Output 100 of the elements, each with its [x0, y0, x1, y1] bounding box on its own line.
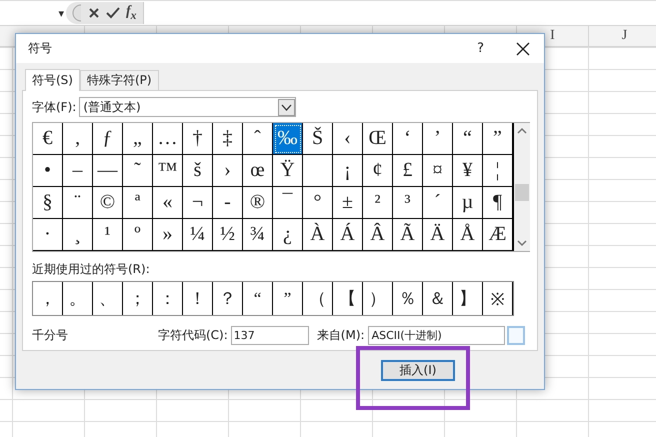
recent-symbol-cell[interactable]: ） [363, 282, 393, 315]
symbol-cell[interactable]: ¤ [423, 155, 453, 187]
help-button[interactable]: ? [477, 41, 484, 56]
symbol-cell[interactable]: ¿ [273, 219, 303, 251]
recent-symbol-cell[interactable]: ！ [183, 282, 213, 315]
checkmark-icon[interactable] [106, 7, 120, 19]
tab[interactable]: 符号(S) [25, 69, 80, 91]
recent-symbol-cell[interactable]: ※ [483, 282, 513, 315]
symbol-cell[interactable]: Á [333, 219, 363, 251]
symbol-cell[interactable]: ° [303, 187, 333, 219]
close-icon[interactable] [516, 42, 530, 56]
symbol-cell[interactable] [303, 155, 333, 187]
scroll-down-icon[interactable] [517, 239, 527, 247]
symbol-cell[interactable]: ½ [213, 219, 243, 251]
symbol-cell[interactable]: – [63, 155, 93, 187]
recent-symbol-cell[interactable]: ： [153, 282, 183, 315]
symbol-cell[interactable]: — [93, 155, 123, 187]
symbol-cell[interactable]: ’ [423, 123, 453, 155]
symbol-cell[interactable]: ‚ [63, 123, 93, 155]
recent-symbol-cell[interactable]: 】 [453, 282, 483, 315]
symbol-cell[interactable]: º [123, 219, 153, 251]
recent-symbols-label: 近期使用过的符号(R): [32, 261, 151, 278]
recent-symbol-cell[interactable]: 。 [63, 282, 93, 315]
recent-symbol-cell[interactable]: ” [273, 282, 303, 315]
scrollbar[interactable] [514, 123, 530, 251]
column-header[interactable]: J [589, 26, 656, 46]
recent-symbol-cell[interactable]: ， [33, 282, 63, 315]
symbol-cell[interactable]: ¯ [273, 187, 303, 219]
symbol-cell[interactable]: Ä [423, 219, 453, 251]
symbol-cell[interactable]: Ÿ [273, 155, 303, 187]
recent-symbol-cell[interactable]: 【 [333, 282, 363, 315]
symbol-cell[interactable]: Ã [393, 219, 423, 251]
dropdown-caret-icon[interactable]: ▾ [58, 8, 64, 18]
symbol-cell[interactable]: ¡ [333, 155, 363, 187]
symbol-cell[interactable]: ® [243, 187, 273, 219]
symbol-cell[interactable]: ¢ [363, 155, 393, 187]
symbol-cell[interactable]: À [303, 219, 333, 251]
symbol-cell[interactable]: ‰ [273, 123, 303, 155]
symbol-cell[interactable]: ‡ [213, 123, 243, 155]
symbol-cell[interactable]: … [153, 123, 183, 155]
insert-button[interactable]: 插入(I) [381, 360, 455, 380]
recent-symbol-cell[interactable]: ％ [393, 282, 423, 315]
symbol-cell[interactable]: ¬ [183, 187, 213, 219]
symbol-cell[interactable]: Â [363, 219, 393, 251]
symbol-cell[interactable]: ‘ [393, 123, 423, 155]
from-label: 来自(M): [316, 326, 365, 344]
symbol-cell[interactable]: Å [453, 219, 483, 251]
symbol-cell[interactable]: © [93, 187, 123, 219]
symbol-cell[interactable]: § [33, 187, 63, 219]
symbol-cell[interactable]: š [183, 155, 213, 187]
symbol-cell[interactable]: ¥ [453, 155, 483, 187]
symbol-cell[interactable]: ™ [153, 155, 183, 187]
recent-symbol-cell[interactable]: ； [123, 282, 153, 315]
symbol-cell[interactable]: Æ [483, 219, 513, 251]
dialog-title: 符号 [28, 40, 53, 57]
symbol-cell[interactable]: - [213, 187, 243, 219]
symbol-cell[interactable]: ¸ [63, 219, 93, 251]
symbol-cell[interactable]: ² [363, 187, 393, 219]
symbol-cell[interactable]: « [153, 187, 183, 219]
symbol-cell[interactable]: › [213, 155, 243, 187]
recent-symbol-cell[interactable]: 、 [93, 282, 123, 315]
font-label: 字体(F): [32, 98, 76, 116]
symbol-cell[interactable]: µ [453, 187, 483, 219]
symbol-cell[interactable]: ± [333, 187, 363, 219]
scrollbar-thumb[interactable] [515, 184, 529, 200]
symbol-cell[interactable]: ª [123, 187, 153, 219]
symbol-cell[interactable]: € [33, 123, 63, 155]
insert-function-button[interactable]: f$_{x}$ [126, 4, 136, 22]
symbol-cell[interactable]: » [153, 219, 183, 251]
symbol-cell[interactable]: ˜ [123, 155, 153, 187]
symbol-cell[interactable]: ‹ [333, 123, 363, 155]
cancel-icon[interactable] [88, 7, 100, 19]
encoding-dropdown[interactable]: ASCII(十进制) [368, 326, 505, 344]
symbol-cell[interactable]: Š [303, 123, 333, 155]
scroll-up-icon[interactable] [517, 127, 527, 135]
symbol-cell[interactable]: ¼ [183, 219, 213, 251]
symbol-cell[interactable]: • [33, 155, 63, 187]
recent-symbol-cell[interactable]: ？ [213, 282, 243, 315]
symbol-cell[interactable]: “ [453, 123, 483, 155]
symbol-cell[interactable]: ¾ [243, 219, 273, 251]
symbol-cell[interactable]: ¹ [93, 219, 123, 251]
symbol-cell[interactable]: ¦ [483, 155, 513, 187]
recent-symbol-cell[interactable]: ＆ [423, 282, 453, 315]
character-code-field[interactable]: 137 [230, 326, 309, 344]
symbol-cell[interactable]: „ [123, 123, 153, 155]
symbol-cell[interactable]: Œ [363, 123, 393, 155]
symbol-cell[interactable]: ƒ [93, 123, 123, 155]
symbol-cell[interactable]: ´ [423, 187, 453, 219]
symbol-cell[interactable]: ¶ [483, 187, 513, 219]
symbol-cell[interactable]: † [183, 123, 213, 155]
tab[interactable]: 特殊字符(P) [80, 70, 159, 90]
recent-symbol-cell[interactable]: “ [243, 282, 273, 315]
font-dropdown[interactable]: (普通文本) [79, 97, 296, 117]
symbol-cell[interactable]: ¨ [63, 187, 93, 219]
symbol-cell[interactable]: ” [483, 123, 513, 155]
recent-symbol-cell[interactable]: （ [303, 282, 333, 315]
symbol-cell[interactable]: · [33, 219, 63, 251]
symbol-cell[interactable]: £ [393, 155, 423, 187]
symbol-cell[interactable]: ³ [393, 187, 423, 219]
symbol-cell[interactable]: œ [243, 155, 273, 187]
